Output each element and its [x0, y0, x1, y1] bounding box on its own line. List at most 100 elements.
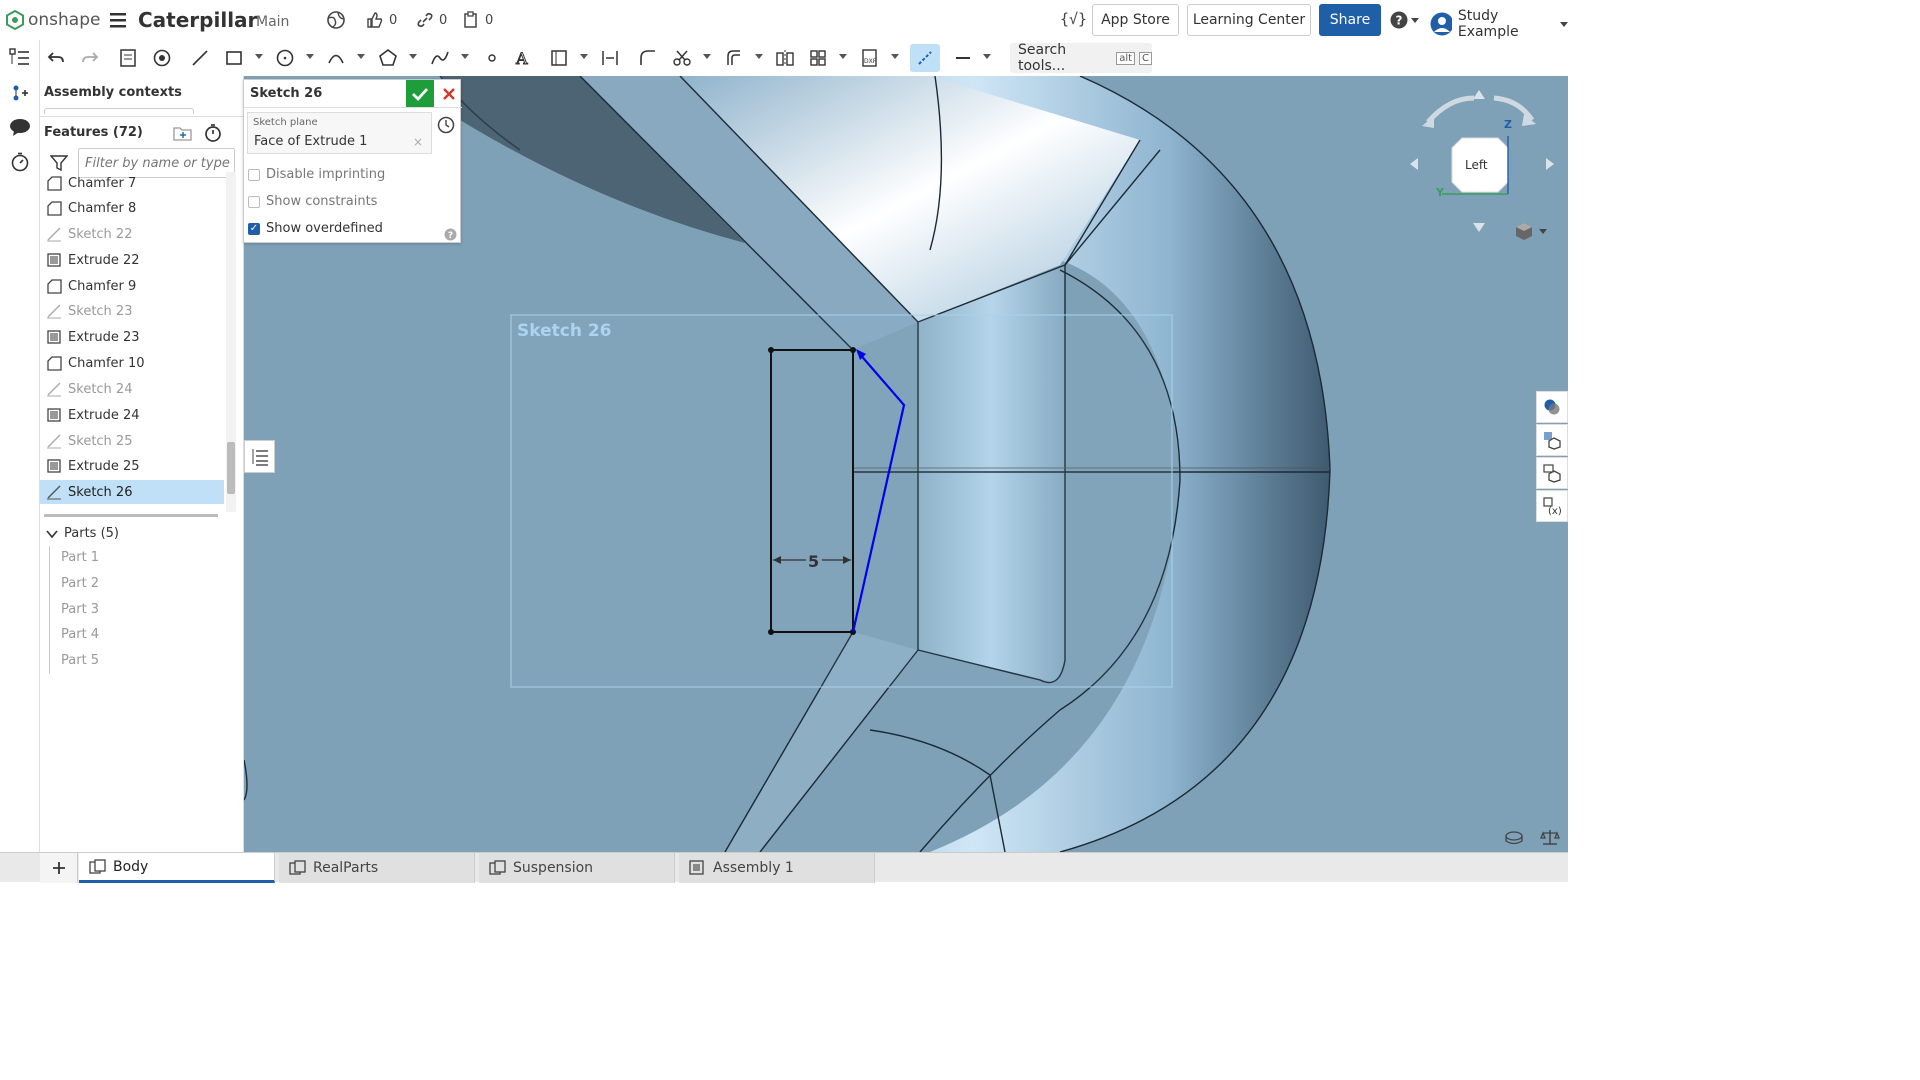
properties-panel-button[interactable] — [1536, 424, 1568, 456]
feature-item-chamfer-9[interactable]: Chamfer 9 — [40, 274, 224, 298]
workspace-branch[interactable]: Main — [256, 14, 289, 30]
pattern-caret-icon[interactable] — [839, 54, 847, 59]
dimension-tool-icon[interactable] — [598, 46, 622, 70]
polygon-caret-icon[interactable] — [409, 54, 417, 59]
trim-caret-icon[interactable] — [703, 54, 711, 59]
view-options-menu[interactable] — [1514, 221, 1547, 241]
offset-caret-icon[interactable] — [755, 54, 763, 59]
fillet-tool-icon[interactable] — [636, 46, 660, 70]
tab-realparts[interactable]: RealParts — [279, 853, 475, 883]
part-item-5[interactable]: Part 5 — [61, 653, 99, 668]
redo-icon[interactable] — [78, 46, 102, 70]
line-style-caret-icon[interactable] — [983, 54, 991, 59]
feature-item-extrude-25[interactable]: Extrude 25 — [40, 454, 224, 478]
feature-scrollbar[interactable] — [226, 172, 236, 512]
feature-item-chamfer-7[interactable]: Chamfer 7 — [40, 171, 224, 195]
new-sketch-icon[interactable] — [116, 46, 140, 70]
view-cube[interactable]: Left Z Y — [1404, 88, 1560, 238]
add-tab-button[interactable] — [40, 853, 78, 883]
list-rollback-bar[interactable] — [44, 514, 218, 517]
sketch-vertex[interactable] — [768, 629, 774, 635]
part-item-1[interactable]: Part 1 — [61, 550, 99, 565]
feature-item-chamfer-8[interactable]: Chamfer 8 — [40, 196, 224, 220]
view-cube-face-label[interactable]: Left — [1465, 158, 1488, 172]
text-tool-icon[interactable]: A — [512, 46, 536, 70]
user-menu[interactable]: Study Example — [1430, 8, 1568, 40]
sketch-list-toggle[interactable] — [244, 440, 275, 473]
cancel-button[interactable] — [436, 80, 462, 107]
spline-tool-icon[interactable] — [428, 46, 452, 70]
document-title[interactable]: Caterpillar — [138, 8, 257, 32]
spline-caret-icon[interactable] — [461, 54, 469, 59]
menu-icon[interactable] — [110, 12, 128, 32]
feature-item-sketch-25[interactable]: Sketch 25 — [40, 429, 224, 453]
appearance-panel-button[interactable] — [1536, 391, 1568, 423]
sketch-vertex[interactable] — [768, 347, 774, 353]
disable-imprinting-checkbox[interactable] — [248, 168, 260, 181]
mirror-tool-icon[interactable] — [773, 46, 797, 70]
feature-item-sketch-22[interactable]: Sketch 22 — [40, 222, 224, 246]
instances-icon[interactable] — [10, 83, 30, 107]
trim-tool-icon[interactable] — [670, 46, 694, 70]
mass-properties-button[interactable] — [1536, 457, 1568, 489]
assembly-context-tab[interactable] — [44, 108, 194, 114]
globe-icon[interactable] — [326, 10, 346, 34]
learning-center-button[interactable]: Learning Center — [1187, 4, 1311, 36]
tab-body[interactable]: Body — [79, 853, 275, 883]
dxf-import-icon[interactable]: DXF — [858, 46, 882, 70]
image-tool-icon[interactable] — [547, 46, 571, 70]
feature-list-icon[interactable] — [9, 48, 31, 72]
dimension-value[interactable]: 5 — [808, 552, 819, 571]
sketch-history-icon[interactable] — [437, 116, 455, 138]
search-tools-button[interactable]: Search tools... alt C — [1010, 42, 1152, 74]
units-icon[interactable] — [1540, 828, 1560, 850]
sketch-plane-field[interactable]: Sketch plane Face of Extrude 1 × — [247, 112, 432, 154]
variables-icon[interactable]: {√} — [1060, 10, 1087, 28]
feature-item-extrude-24[interactable]: Extrude 24 — [40, 403, 224, 427]
share-button[interactable]: Share — [1319, 4, 1381, 36]
show-overdefined-checkbox[interactable]: ✓ — [248, 222, 260, 235]
accept-button[interactable] — [406, 80, 434, 107]
clear-plane-icon[interactable]: × — [413, 135, 423, 149]
rectangle-tool-icon[interactable] — [222, 46, 246, 70]
feature-item-sketch-26[interactable]: Sketch 26 — [40, 480, 224, 504]
tab-suspension[interactable]: Suspension — [479, 853, 675, 883]
dxf-caret-icon[interactable] — [891, 54, 899, 59]
show-constraints-option[interactable]: Show constraints — [248, 194, 377, 209]
measure-icon[interactable] — [1504, 830, 1524, 850]
variables-panel-button[interactable]: (x) — [1536, 490, 1568, 522]
show-constraints-checkbox[interactable] — [248, 195, 260, 208]
feature-item-chamfer-10[interactable]: Chamfer 10 — [40, 351, 224, 375]
help-menu[interactable]: ? — [1390, 11, 1419, 29]
history-icon[interactable] — [10, 152, 30, 176]
app-store-button[interactable]: App Store — [1092, 4, 1179, 36]
rectangle-caret-icon[interactable] — [255, 54, 263, 59]
links-counter[interactable]: 0 — [416, 11, 447, 29]
line-style-icon[interactable] — [951, 46, 975, 70]
circle-tool-icon[interactable] — [273, 46, 297, 70]
feature-item-sketch-24[interactable]: Sketch 24 — [40, 377, 224, 401]
construction-tool-icon[interactable] — [910, 44, 940, 72]
comments-icon[interactable] — [9, 117, 31, 141]
parts-heading[interactable]: Parts (5) — [46, 526, 119, 541]
part-item-3[interactable]: Part 3 — [61, 602, 99, 617]
circle-caret-icon[interactable] — [306, 54, 314, 59]
feature-scrollbar-thumb[interactable] — [227, 442, 235, 494]
likes-counter[interactable]: 0 — [366, 11, 397, 29]
feature-item-extrude-22[interactable]: Extrude 22 — [40, 248, 224, 272]
feature-item-extrude-23[interactable]: Extrude 23 — [40, 325, 224, 349]
sketch-vertex[interactable] — [850, 347, 856, 353]
dialog-help-icon[interactable]: ? — [444, 226, 457, 245]
offset-tool-icon[interactable] — [722, 46, 746, 70]
arc-tool-icon[interactable] — [324, 46, 348, 70]
tab-assembly-1[interactable]: Assembly 1 — [679, 853, 875, 883]
rollback-timer-icon[interactable] — [203, 123, 223, 147]
feature-item-sketch-23[interactable]: Sketch 23 — [40, 299, 224, 323]
onshape-logo[interactable]: onshape — [6, 10, 100, 30]
arc-caret-icon[interactable] — [357, 54, 365, 59]
part-item-2[interactable]: Part 2 — [61, 576, 99, 591]
use-icon[interactable] — [150, 46, 174, 70]
image-caret-icon[interactable] — [580, 54, 588, 59]
point-tool-icon[interactable] — [480, 46, 504, 70]
line-tool-icon[interactable] — [188, 46, 212, 70]
